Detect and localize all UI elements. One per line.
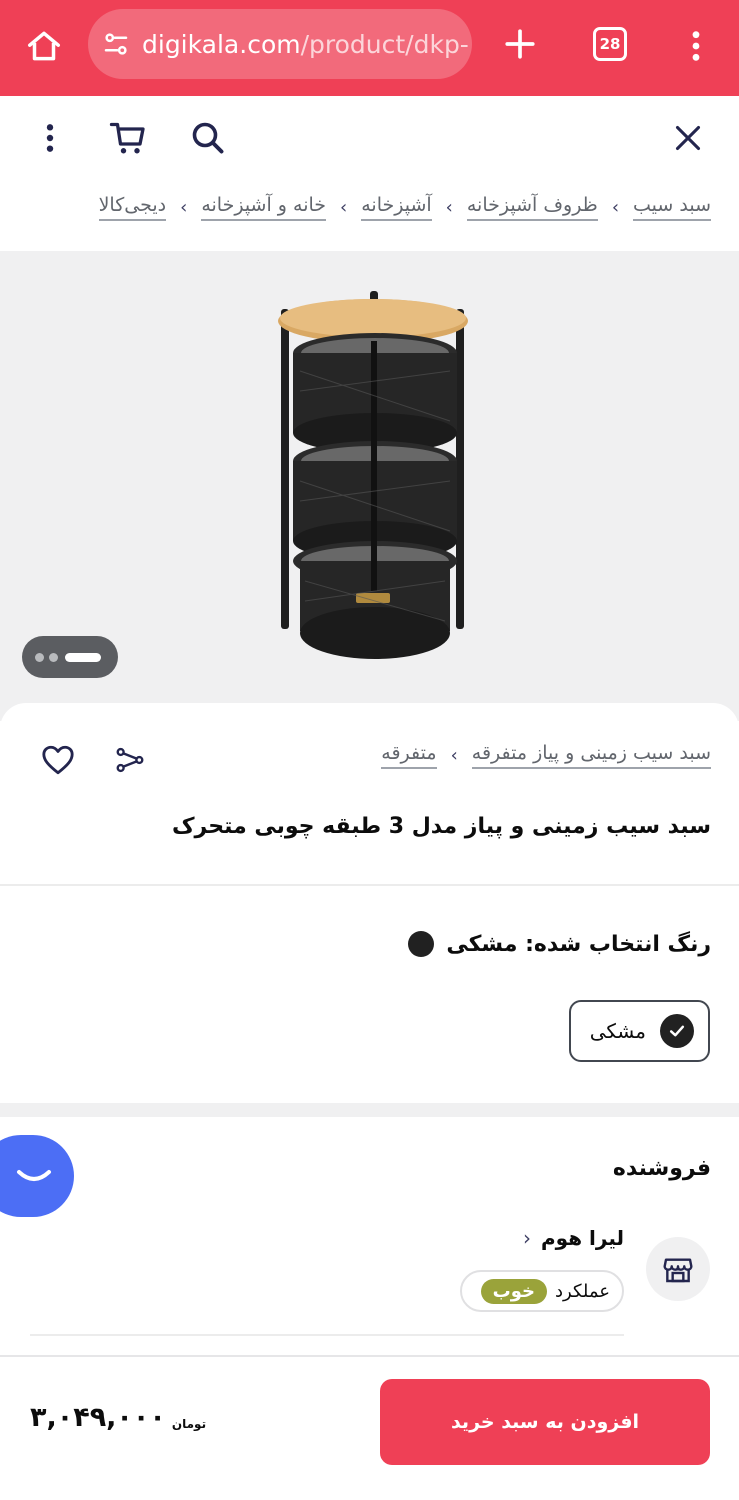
pager-dot xyxy=(35,652,44,662)
seller-name: لیرا هوم xyxy=(541,1226,624,1250)
breadcrumb-separator: › xyxy=(445,197,453,218)
product-title: سبد سیب زمینی و پیاز مدل 3 طبقه چوبی متح… xyxy=(172,814,711,839)
price-currency: تومان xyxy=(171,1417,207,1431)
breadcrumb-separator: › xyxy=(450,745,458,766)
breadcrumb-item[interactable]: خانه و آشپزخانه xyxy=(201,194,327,221)
address-bar[interactable]: digikala.com/product/dkp- xyxy=(88,9,472,79)
pager-active-indicator xyxy=(65,652,101,662)
breadcrumb-separator: › xyxy=(340,197,348,218)
seller-link[interactable]: لیرا هوم ‹ xyxy=(523,1226,624,1250)
breadcrumb-item[interactable]: دیجی‌کالا xyxy=(98,194,167,221)
more-vert-icon[interactable] xyxy=(682,24,710,68)
more-vert-icon[interactable] xyxy=(28,116,72,160)
plus-icon[interactable] xyxy=(500,24,540,64)
pager-dot xyxy=(49,652,58,662)
category-link[interactable]: سبد سیب زمینی و پیاز متفرقه xyxy=(471,742,711,769)
tune-icon[interactable] xyxy=(100,28,132,60)
divider xyxy=(0,884,739,886)
performance-label: عملکرد xyxy=(555,1280,610,1302)
store-icon xyxy=(646,1237,710,1301)
selected-color-label: رنگ انتخاب شده: مشکی xyxy=(408,931,711,957)
gallery-pager[interactable] xyxy=(22,636,118,678)
breadcrumb-item[interactable]: سبد سیب xyxy=(633,194,711,221)
tabs-icon[interactable]: 28 xyxy=(593,27,627,61)
home-icon[interactable] xyxy=(22,24,66,68)
url-path: /product/dkp- xyxy=(300,29,469,59)
add-to-cart-button[interactable]: افزودن به سبد خرید xyxy=(380,1379,710,1465)
check-icon xyxy=(660,1014,694,1048)
share-icon[interactable] xyxy=(110,740,150,780)
heart-icon[interactable] xyxy=(38,740,78,780)
site-header xyxy=(0,96,739,180)
seller-performance: عملکرد خوب xyxy=(460,1270,624,1312)
seller-heading: فروشنده xyxy=(612,1156,711,1181)
category-link[interactable]: متفرقه xyxy=(381,742,437,769)
performance-badge: خوب xyxy=(480,1278,547,1304)
color-swatch-dot xyxy=(408,931,435,957)
breadcrumb-separator: › xyxy=(611,197,620,218)
chevron-left-icon: ‹ xyxy=(523,1226,531,1250)
breadcrumb-separator: › xyxy=(180,197,188,218)
close-icon[interactable] xyxy=(666,116,710,160)
section-separator xyxy=(0,1103,739,1117)
price: ۳,۰۴۹,۰۰۰ تومان xyxy=(30,1402,206,1433)
breadcrumb: دیجی‌کالا › خانه و آشپزخانه › آشپزخانه ›… xyxy=(0,186,739,242)
url-text: digikala.com/product/dkp- xyxy=(142,30,469,59)
breadcrumb-item[interactable]: ظروف آشپزخانه xyxy=(466,194,598,221)
search-icon[interactable] xyxy=(186,116,230,160)
price-amount: ۳,۰۴۹,۰۰۰ xyxy=(30,1402,166,1433)
browser-toolbar: digikala.com/product/dkp- 28 xyxy=(0,0,739,96)
selected-color-text: رنگ انتخاب شده: مشکی xyxy=(446,931,711,957)
breadcrumb-item[interactable]: آشپزخانه xyxy=(361,194,432,221)
url-domain: digikala.com xyxy=(142,29,301,59)
product-category-breadcrumb: متفرقه › سبد سیب زمینی و پیاز متفرقه xyxy=(381,742,711,769)
divider xyxy=(30,1334,624,1336)
cart-icon[interactable] xyxy=(106,116,150,160)
color-option-label: مشکی xyxy=(589,1019,646,1043)
color-option-black[interactable]: مشکی xyxy=(569,1000,710,1062)
breadcrumb-row: دیجی‌کالا › خانه و آشپزخانه › آشپزخانه ›… xyxy=(98,194,711,221)
